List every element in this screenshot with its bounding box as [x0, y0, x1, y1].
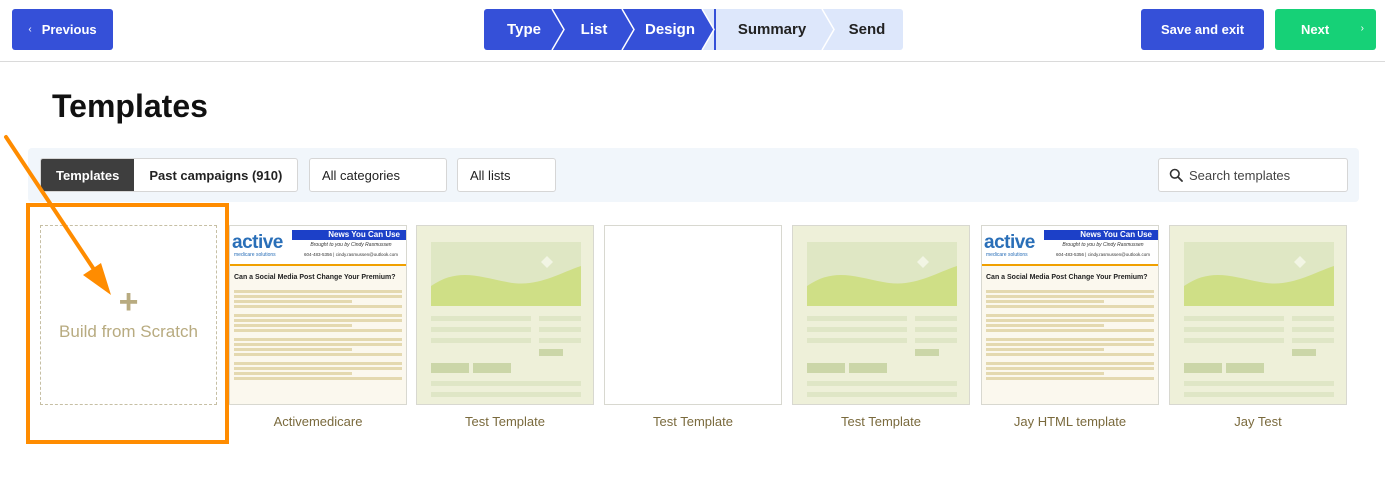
template-card[interactable]: active medicare solutions News You Can U… [229, 225, 407, 405]
text-line [234, 348, 352, 351]
plus-icon: + [118, 283, 139, 321]
template-name[interactable]: Activemedicare [229, 414, 407, 429]
text-line [986, 305, 1154, 308]
newsletter-contact: 604-483-5356 | cindy.rasmussen@outlook.c… [304, 252, 398, 257]
text-line [234, 314, 402, 317]
template-name[interactable]: Test Template [416, 414, 594, 429]
placeholder-thumbnail [1170, 226, 1346, 404]
search-box [1158, 158, 1348, 192]
next-label: Next [1301, 22, 1330, 37]
text-line [234, 329, 402, 332]
newsletter-brand: active [232, 232, 283, 253]
text-line [234, 343, 402, 346]
text-line [234, 372, 352, 375]
text-line [234, 377, 402, 380]
newsletter-headline: Can a Social Media Post Change Your Prem… [986, 274, 1148, 281]
placeholder-thumbnail [793, 226, 969, 404]
text-line [986, 295, 1154, 298]
search-icon [1169, 168, 1183, 182]
template-name[interactable]: Jay Test [1169, 414, 1347, 429]
page-title: Templates [52, 88, 208, 124]
build-from-scratch-label: Build from Scratch [59, 322, 198, 341]
template-name[interactable]: Test Template [792, 414, 970, 429]
newsletter-byline: Brought to you by Cindy Rasmussen [310, 242, 392, 248]
text-line [234, 305, 402, 308]
template-card[interactable] [416, 225, 594, 405]
text-line [986, 348, 1104, 351]
text-line [234, 362, 402, 365]
text-line [986, 367, 1154, 370]
save-label: Save and exit [1160, 22, 1245, 37]
previous-button[interactable]: ‹ Previous [12, 9, 113, 50]
step-separators [551, 9, 835, 50]
text-line [234, 319, 402, 322]
newsletter-headline: Can a Social Media Post Change Your Prem… [234, 274, 396, 281]
placeholder-thumbnail [417, 226, 593, 404]
newsletter-brand-sub: medicare solutions [234, 252, 276, 258]
previous-label: Previous [41, 22, 97, 37]
build-from-scratch-card[interactable]: + Build from Scratch [40, 225, 217, 405]
text-line [234, 338, 402, 341]
template-name[interactable]: Test Template [604, 414, 782, 429]
chevron-left-icon: ‹ [28, 24, 32, 35]
template-card[interactable] [792, 225, 970, 405]
text-line [986, 290, 1154, 293]
source-toggle: Templates Past campaigns (910) [40, 158, 299, 192]
text-line [234, 290, 402, 293]
text-line [986, 324, 1104, 327]
tab-past-campaigns[interactable]: Past campaigns (910) [134, 159, 297, 191]
save-and-exit-button[interactable]: Save and exit [1141, 9, 1264, 50]
newsletter-contact: 604-483-5356 | cindy.rasmussen@outlook.c… [1056, 252, 1150, 257]
text-line [234, 353, 402, 356]
tab-templates[interactable]: Templates [41, 159, 135, 191]
template-card[interactable] [604, 225, 782, 405]
newsletter-brand: active [984, 232, 1035, 253]
text-line [986, 343, 1154, 346]
text-line [986, 362, 1154, 365]
wizard-steps: Type List Design Summary Send [484, 9, 903, 50]
text-line [986, 319, 1154, 322]
text-line [986, 314, 1154, 317]
text-line [986, 353, 1154, 356]
newsletter-banner: News You Can Use [1044, 230, 1158, 240]
list-select[interactable]: All lists [457, 158, 556, 192]
text-line [986, 329, 1154, 332]
text-line [234, 324, 352, 327]
text-line [234, 300, 352, 303]
text-line [234, 367, 402, 370]
chevron-right-icon: › [1360, 23, 1364, 34]
newsletter-thumbnail: active medicare solutions News You Can U… [982, 226, 1158, 404]
search-input[interactable] [1189, 167, 1339, 183]
text-line [986, 300, 1104, 303]
text-line [986, 338, 1154, 341]
newsletter-byline: Brought to you by Cindy Rasmussen [1062, 242, 1144, 248]
template-card[interactable] [1169, 225, 1347, 405]
newsletter-brand-sub: medicare solutions [986, 252, 1028, 258]
newsletter-banner: News You Can Use [292, 230, 406, 240]
text-line [986, 377, 1154, 380]
newsletter-thumbnail: active medicare solutions News You Can U… [230, 226, 406, 404]
template-name[interactable]: Jay HTML template [981, 414, 1159, 429]
category-select[interactable]: All categories [309, 158, 447, 192]
filter-bar: Templates Past campaigns (910) All categ… [28, 148, 1359, 202]
text-line [234, 295, 402, 298]
top-bar: ‹ Previous Type List Design Summary Send… [0, 0, 1385, 62]
next-button[interactable]: Next › [1275, 9, 1376, 50]
text-line [986, 372, 1104, 375]
template-card[interactable]: active medicare solutions News You Can U… [981, 225, 1159, 405]
